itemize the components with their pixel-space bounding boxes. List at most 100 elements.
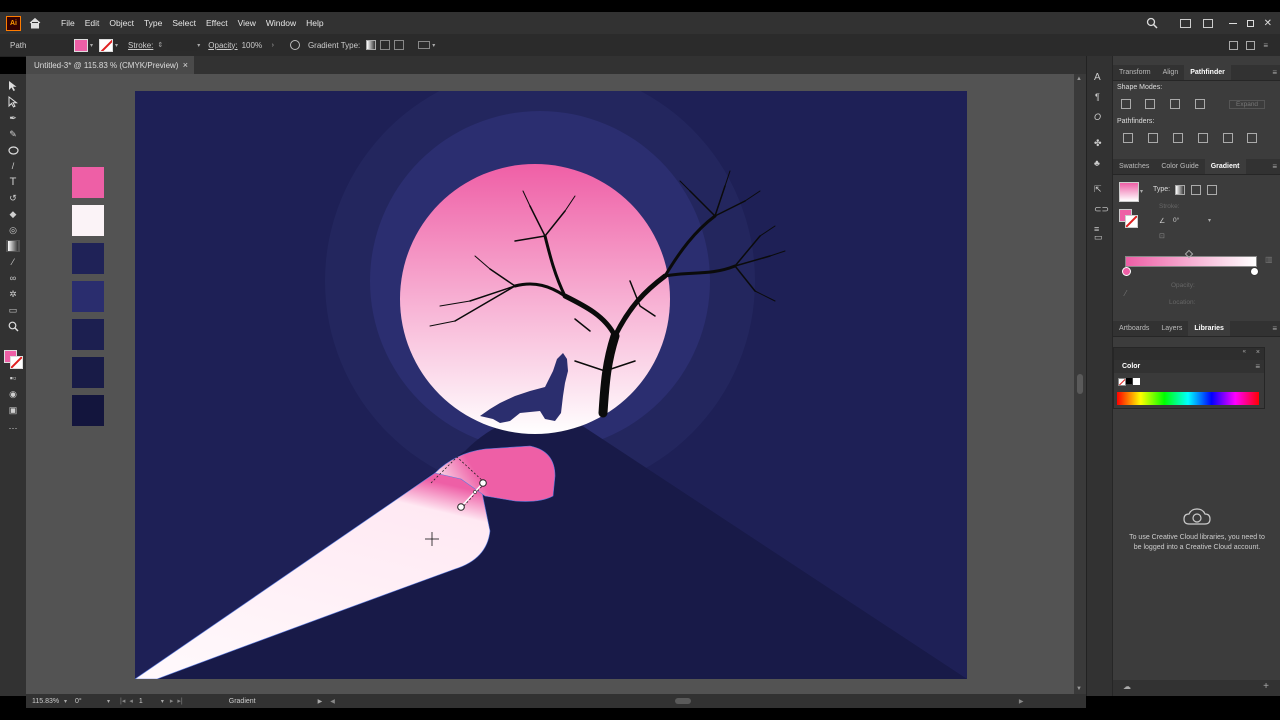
menu-item-view[interactable]: View: [238, 18, 256, 28]
gradient-angle-input[interactable]: 0°: [1173, 217, 1179, 224]
gradient-stop-end[interactable]: [1250, 267, 1259, 276]
stroke-dropdown-icon[interactable]: ▾: [115, 42, 118, 49]
swatch-navy-1[interactable]: [72, 243, 104, 274]
stroke-weight-dropdown-icon[interactable]: ▾: [197, 42, 200, 49]
fill-stroke-toggle[interactable]: [1119, 209, 1138, 228]
menu-item-object[interactable]: Object: [109, 18, 134, 28]
collapse-panel-icon[interactable]: «: [1243, 349, 1246, 355]
scroll-up-arrow-icon[interactable]: ▲: [1076, 76, 1082, 82]
last-artboard-button[interactable]: ▸|: [177, 697, 182, 705]
blend-tool-icon[interactable]: ∞: [7, 272, 19, 284]
zoom-level-input[interactable]: 115.83%: [32, 698, 60, 705]
delete-stop-icon[interactable]: ▥: [1265, 255, 1273, 264]
workspace-switcher-icon[interactable]: [1202, 18, 1213, 28]
menu-item-select[interactable]: Select: [172, 18, 196, 28]
control-menu-icon[interactable]: ≡: [1263, 41, 1268, 50]
export-panel-icon[interactable]: ⇱: [1094, 184, 1102, 195]
stroke-weight-input[interactable]: [167, 39, 198, 51]
fill-stroke-indicator[interactable]: [4, 350, 23, 369]
menu-item-file[interactable]: File: [61, 18, 75, 28]
gradient-freeform-button[interactable]: [1207, 185, 1217, 195]
first-artboard-button[interactable]: |◂: [120, 697, 125, 705]
gradient-slider[interactable]: [1125, 256, 1257, 267]
menu-item-edit[interactable]: Edit: [85, 18, 100, 28]
stroke-label[interactable]: Stroke:: [128, 41, 153, 50]
menu-item-type[interactable]: Type: [144, 18, 162, 28]
color-mode-buttons-icon[interactable]: ▪▫: [7, 372, 19, 384]
color-spectrum[interactable]: [1117, 392, 1259, 405]
cloud-sync-icon[interactable]: ☁: [1123, 682, 1131, 691]
search-icon[interactable]: [1146, 17, 1158, 29]
rotate-view-input[interactable]: 0°: [75, 698, 105, 705]
crop-button[interactable]: [1198, 133, 1208, 143]
scroll-down-arrow-icon[interactable]: ▼: [1076, 686, 1082, 692]
canvas-area[interactable]: [26, 74, 1074, 694]
comments-panel-icon[interactable]: ▭: [1094, 232, 1103, 243]
add-library-icon[interactable]: +: [1263, 681, 1269, 692]
outline-button[interactable]: [1223, 133, 1233, 143]
tab-swatches[interactable]: Swatches: [1113, 159, 1155, 174]
gradient-tool-icon[interactable]: [6, 240, 20, 252]
close-tab-icon[interactable]: ×: [183, 60, 188, 70]
intersect-button[interactable]: [1170, 99, 1180, 109]
gradient-preview-swatch[interactable]: [1119, 182, 1139, 202]
arrange-documents-icon[interactable]: [1179, 18, 1191, 28]
curvature-tool-icon[interactable]: ✎: [7, 128, 19, 140]
shape-builder-tool-icon[interactable]: ◎: [7, 224, 19, 236]
fill-swatch[interactable]: [74, 38, 88, 52]
artboard-number-input[interactable]: 1: [139, 698, 161, 705]
paragraph-panel-icon[interactable]: ¶: [1095, 92, 1100, 102]
transform-icon[interactable]: [1246, 40, 1256, 50]
eraser-tool-icon[interactable]: ◆: [7, 208, 19, 220]
tab-libraries[interactable]: Libraries: [1188, 321, 1230, 336]
panel-menu-icon[interactable]: ≡: [1272, 324, 1277, 333]
artboard[interactable]: [135, 91, 967, 679]
tab-artboards[interactable]: Artboards: [1113, 321, 1155, 336]
restore-window-button[interactable]: [1246, 19, 1254, 27]
home-icon[interactable]: [29, 17, 41, 29]
artboard-dropdown-icon[interactable]: ▾: [161, 698, 164, 705]
swatch-navy-2[interactable]: [72, 281, 104, 312]
menu-item-help[interactable]: Help: [306, 18, 323, 28]
direct-selection-tool-icon[interactable]: [7, 96, 19, 108]
divide-button[interactable]: [1123, 133, 1133, 143]
hscroll-left-arrow-icon[interactable]: ◀: [330, 698, 335, 705]
swatch-navy-5[interactable]: [72, 395, 104, 426]
document-tab[interactable]: Untitled-3* @ 115.83 % (CMYK/Preview) ×: [26, 56, 194, 74]
gradient-linear-button[interactable]: [1175, 185, 1185, 195]
tab-color-guide[interactable]: Color Guide: [1155, 159, 1204, 174]
exclude-button[interactable]: [1195, 99, 1205, 109]
eyedropper-tool-icon[interactable]: ⁄: [7, 256, 19, 268]
gradient-end-handle[interactable]: [479, 479, 487, 487]
swatch-navy-3[interactable]: [72, 319, 104, 350]
type-tool-icon[interactable]: T: [7, 176, 19, 188]
hscroll-thumb[interactable]: [674, 698, 691, 704]
stroke-swatch[interactable]: [99, 38, 114, 52]
gradient-radial-button[interactable]: [1191, 185, 1201, 195]
rotate-dropdown-icon[interactable]: ▾: [107, 698, 110, 705]
links-panel-icon[interactable]: ⊂⊃: [1094, 204, 1109, 215]
prev-artboard-button[interactable]: ◂: [129, 697, 133, 705]
isolate-icon[interactable]: [1229, 40, 1239, 50]
scroll-thumb[interactable]: [1077, 374, 1083, 394]
opacity-label[interactable]: Opacity:: [208, 41, 237, 50]
tab-align[interactable]: Align: [1157, 65, 1185, 80]
zoom-dropdown-icon[interactable]: ▾: [64, 698, 67, 705]
ellipse-tool-icon[interactable]: [7, 144, 19, 156]
stroke-weight-stepper[interactable]: ⇕: [157, 41, 163, 49]
align-dropdown-icon[interactable]: ▾: [432, 42, 435, 49]
tab-pathfinder[interactable]: Pathfinder: [1184, 65, 1231, 80]
gradient-preview-dropdown-icon[interactable]: ▾: [1140, 188, 1143, 195]
brushes-panel-icon[interactable]: ✤: [1094, 138, 1102, 149]
swatch-pink[interactable]: [72, 167, 104, 198]
tab-layers[interactable]: Layers: [1155, 321, 1188, 336]
freeform-gradient-button[interactable]: [394, 40, 405, 50]
opacity-arrow-icon[interactable]: ›: [272, 42, 274, 49]
swatch-white[interactable]: [72, 205, 104, 236]
stroke-color-indicator[interactable]: [10, 356, 23, 369]
zoom-tool-icon[interactable]: [7, 320, 19, 332]
expand-button[interactable]: Expand: [1229, 100, 1266, 109]
opentype-panel-icon[interactable]: O: [1094, 112, 1101, 122]
trim-button[interactable]: [1148, 133, 1158, 143]
align-options-icon[interactable]: [418, 41, 431, 49]
